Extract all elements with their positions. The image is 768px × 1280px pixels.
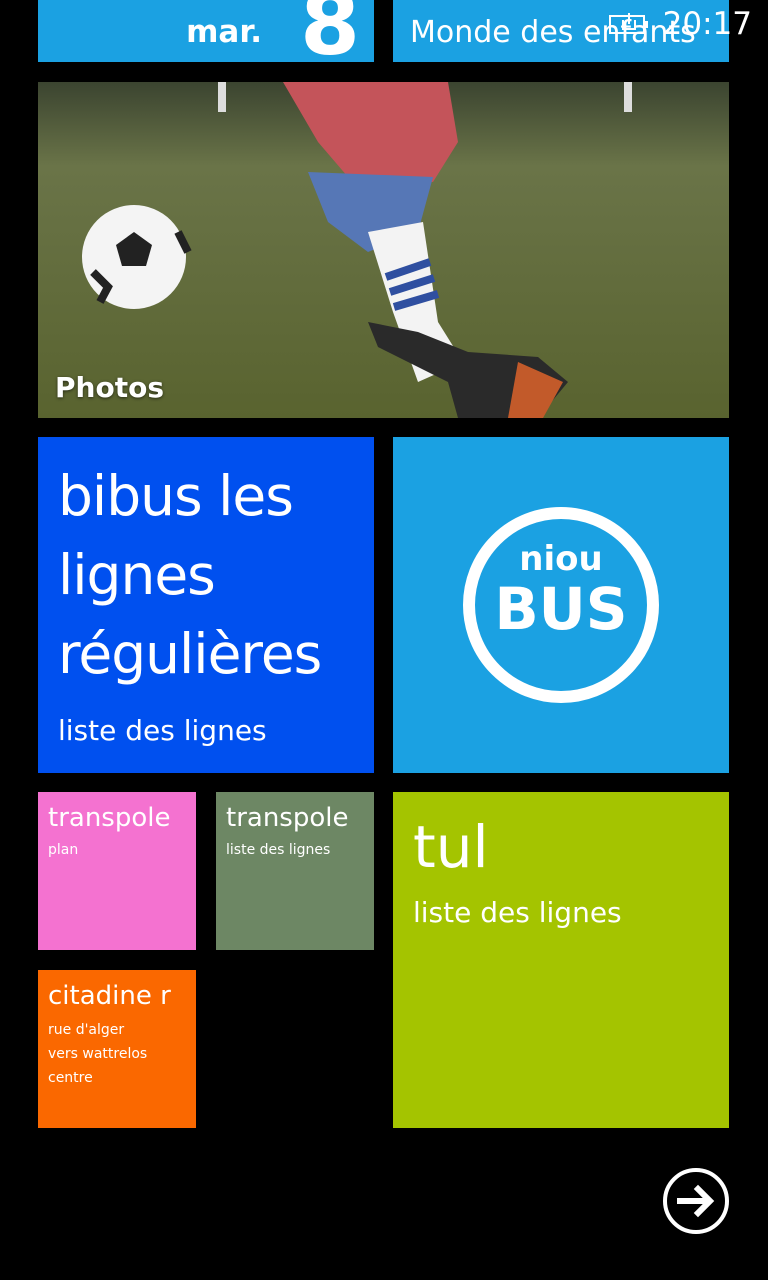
transpole-plan-subtitle: plan bbox=[48, 842, 79, 858]
niou-bus-tile[interactable]: niou BUS bbox=[393, 437, 729, 773]
bibus-title-line: régulières bbox=[58, 622, 322, 686]
bibus-subtitle: liste des lignes bbox=[58, 714, 267, 747]
transpole-lines-title: transpole bbox=[226, 803, 349, 833]
transpole-lines-subtitle: liste des lignes bbox=[226, 842, 331, 858]
citadine-line1: rue d'alger bbox=[48, 1022, 125, 1038]
bibus-title-line: lignes bbox=[58, 543, 216, 607]
photos-tile[interactable]: Photos bbox=[38, 82, 729, 418]
tul-title: tul bbox=[413, 813, 489, 881]
tul-tile[interactable]: tul liste des lignes bbox=[393, 792, 729, 1128]
bibus-title: bibus les lignes régulières bbox=[58, 457, 354, 694]
transpole-plan-title: transpole bbox=[48, 803, 171, 833]
battery-charging-icon bbox=[608, 13, 648, 34]
photos-background-image bbox=[38, 82, 729, 418]
status-time: 20:17 bbox=[662, 6, 752, 42]
bibus-tile[interactable]: bibus les lignes régulières liste des li… bbox=[38, 437, 374, 773]
transpole-lines-tile[interactable]: transpole liste des lignes bbox=[216, 792, 374, 950]
citadine-tile[interactable]: citadine r rue d'alger vers wattrelos ce… bbox=[38, 970, 196, 1128]
calendar-day: mar. bbox=[186, 14, 262, 50]
niou-logo-bottom: BUS bbox=[494, 575, 627, 643]
calendar-tile[interactable]: mar. 8 bbox=[38, 0, 374, 62]
arrow-right-circle-icon[interactable] bbox=[662, 1167, 730, 1235]
niou-logo-top: niou bbox=[519, 539, 602, 579]
photos-label: Photos bbox=[55, 371, 164, 404]
tul-subtitle: liste des lignes bbox=[413, 896, 622, 929]
bibus-title-line: bibus les bbox=[58, 464, 294, 528]
status-bar: 20:17 bbox=[608, 6, 752, 42]
calendar-date: 8 bbox=[300, 0, 360, 62]
citadine-line2: vers wattrelos centre bbox=[48, 1046, 148, 1086]
niou-bus-logo: niou BUS bbox=[463, 507, 659, 703]
citadine-title: citadine r bbox=[48, 981, 171, 1011]
transpole-plan-tile[interactable]: transpole plan bbox=[38, 792, 196, 950]
